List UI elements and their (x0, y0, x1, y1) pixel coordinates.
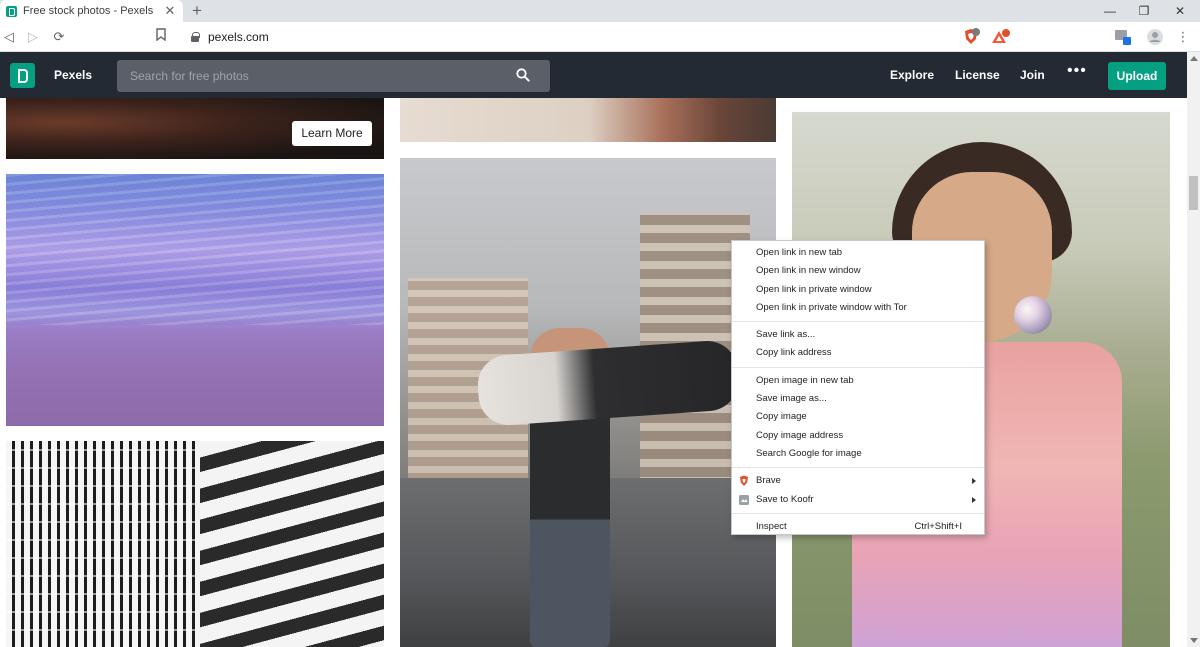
nav-explore[interactable]: Explore (890, 68, 934, 82)
upload-button[interactable]: Upload (1108, 62, 1166, 90)
menu-save-link-as[interactable]: Save link as... (732, 326, 984, 344)
new-tab-button[interactable]: + (188, 1, 206, 21)
menu-search-google-image[interactable]: Search Google for image (732, 445, 984, 463)
close-window-button[interactable]: ✕ (1162, 0, 1198, 22)
menu-copy-image-address[interactable]: Copy image address (732, 427, 984, 445)
profile-avatar-icon[interactable] (1146, 28, 1164, 46)
scroll-up-arrow-icon[interactable] (1190, 56, 1198, 61)
building-right-facade (200, 441, 384, 647)
menu-open-image-new-tab[interactable]: Open image in new tab (732, 372, 984, 390)
photo-ocean[interactable] (6, 174, 384, 426)
page-scrollbar[interactable] (1187, 52, 1200, 647)
photo-promo[interactable]: Learn More (6, 98, 384, 159)
menu-inspect-label: Inspect (756, 520, 787, 532)
menu-open-link-new-tab[interactable]: Open link in new tab (732, 244, 984, 262)
menu-copy-link-address[interactable]: Copy link address (732, 344, 984, 362)
submenu-arrow-icon (972, 496, 976, 503)
address-url: pexels.com (208, 30, 269, 44)
pexels-header: Pexels Search for free photos Explore Li… (0, 52, 1187, 98)
learn-more-button[interactable]: Learn More (292, 121, 372, 146)
brand-name[interactable]: Pexels (54, 68, 92, 82)
building-left-facade (6, 441, 196, 647)
tab-title: Free stock photos - Pexels (23, 5, 154, 17)
browser-tab-bar: Free stock photos - Pexels ✕ + — ❐ ✕ (0, 0, 1200, 22)
menu-save-image-as[interactable]: Save image as... (732, 390, 984, 408)
menu-open-link-new-window[interactable]: Open link in new window (732, 262, 984, 280)
girl-bubble (1014, 296, 1052, 334)
menu-separator (732, 366, 984, 368)
browser-tab[interactable]: Free stock photos - Pexels ✕ (0, 0, 183, 22)
tab-close-icon[interactable]: ✕ (163, 3, 177, 19)
menu-brave-label: Brave (756, 475, 781, 487)
photo-sand[interactable] (400, 98, 776, 142)
browser-menu-button[interactable]: ⋮ (1174, 28, 1192, 46)
brave-lion-icon (738, 475, 750, 487)
menu-brave[interactable]: Brave (732, 472, 984, 490)
more-menu-icon[interactable]: ••• (1067, 62, 1087, 80)
menu-copy-image[interactable]: Copy image (732, 408, 984, 426)
menu-inspect[interactable]: Inspect Ctrl+Shift+I (732, 518, 984, 536)
scroll-down-arrow-icon[interactable] (1190, 638, 1198, 643)
menu-save-to-koofr[interactable]: Save to Koofr (732, 491, 984, 509)
brave-shields-icon[interactable] (962, 28, 980, 46)
menu-separator (732, 321, 984, 323)
scroll-thumb[interactable] (1189, 176, 1198, 210)
pexels-logo-icon[interactable] (10, 63, 35, 88)
forward-button[interactable]: ▷ (24, 28, 42, 46)
browser-toolbar: ◁ ▷ ⟳ pexels.com ⋮ (0, 22, 1200, 52)
photo-building[interactable] (6, 441, 384, 647)
lock-icon (190, 32, 200, 42)
nav-license[interactable]: License (955, 68, 1000, 82)
nav-join[interactable]: Join (1020, 68, 1045, 82)
pexels-favicon-icon (6, 5, 17, 17)
context-menu: Open link in new tab Open link in new wi… (731, 240, 985, 535)
address-bar[interactable]: pexels.com (178, 26, 1018, 48)
search-placeholder: Search for free photos (130, 69, 249, 83)
bookmark-icon[interactable] (152, 28, 170, 46)
back-button[interactable]: ◁ (0, 28, 18, 46)
koofr-icon (738, 494, 750, 506)
extension-icon[interactable] (1114, 28, 1132, 46)
menu-separator (732, 512, 984, 514)
search-input[interactable]: Search for free photos (117, 60, 550, 92)
minimize-button[interactable]: — (1092, 0, 1128, 22)
photo-couple[interactable] (400, 158, 776, 647)
reload-button[interactable]: ⟳ (50, 28, 68, 46)
brave-rewards-icon[interactable] (990, 28, 1010, 46)
menu-inspect-shortcut: Ctrl+Shift+I (914, 520, 962, 532)
menu-open-link-private-tor[interactable]: Open link in private window with Tor (732, 299, 984, 317)
submenu-arrow-icon (972, 478, 976, 485)
menu-open-link-private-window[interactable]: Open link in private window (732, 281, 984, 299)
maximize-button[interactable]: ❐ (1126, 0, 1162, 22)
menu-separator (732, 467, 984, 469)
search-icon[interactable] (516, 68, 530, 82)
menu-koofr-label: Save to Koofr (756, 493, 814, 505)
